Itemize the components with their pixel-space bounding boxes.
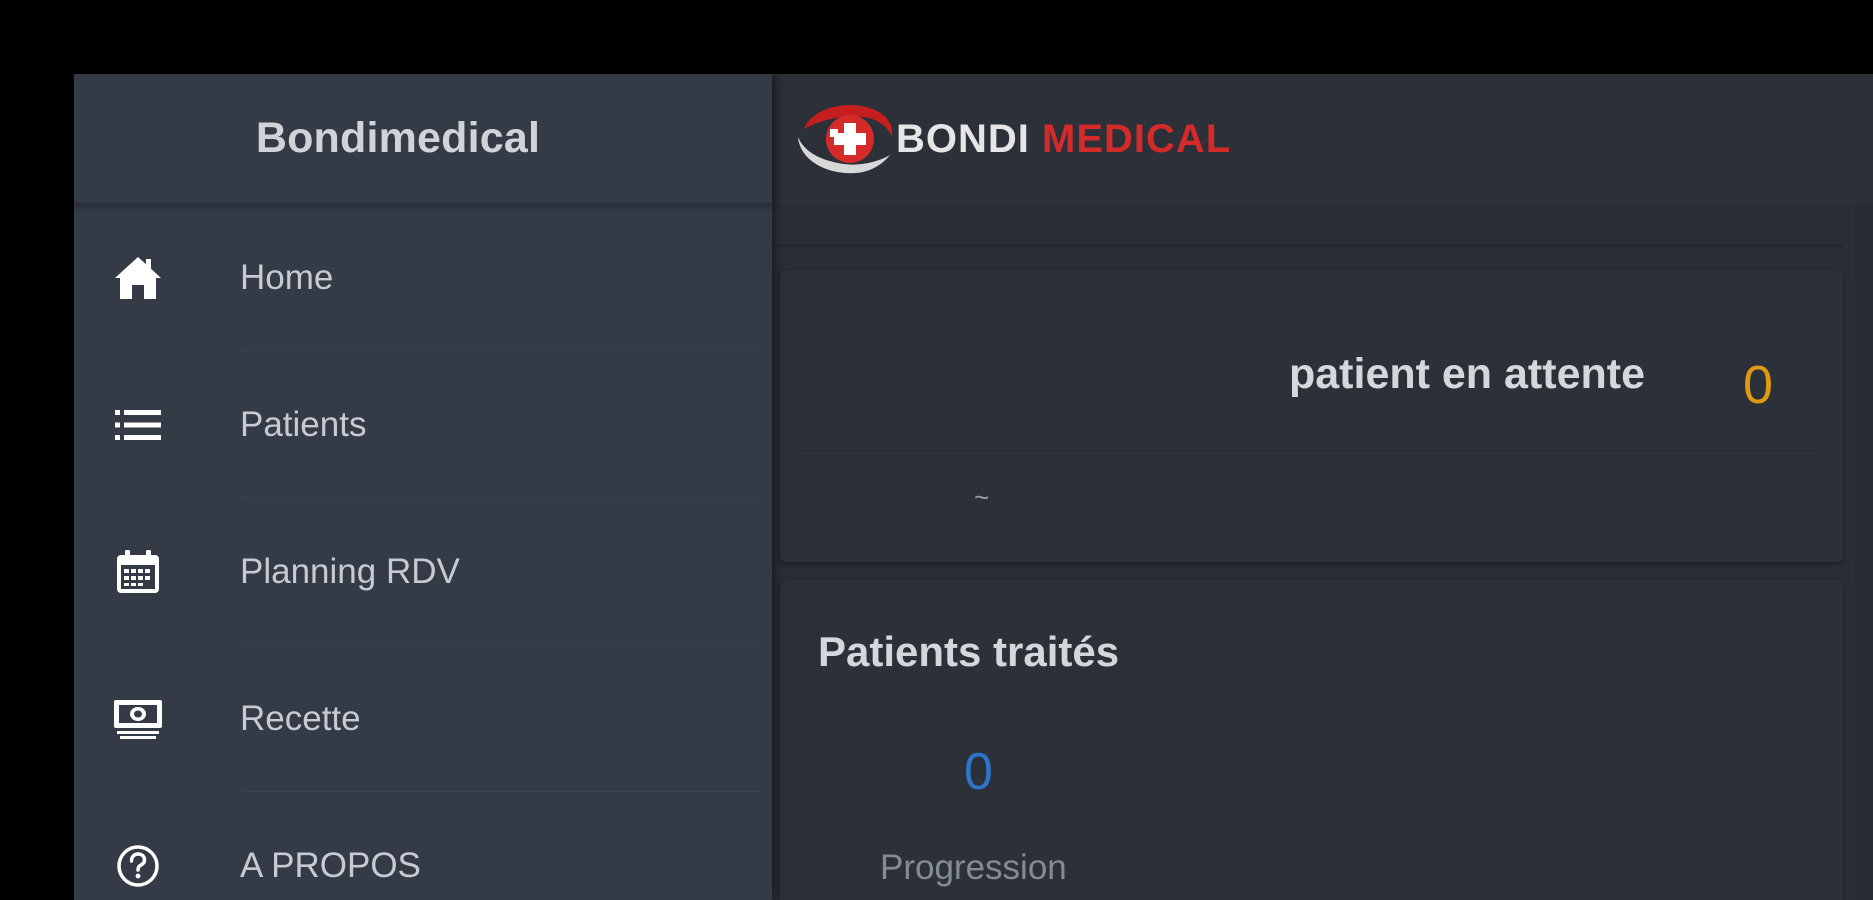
card-divider bbox=[800, 450, 1823, 451]
app-window: Bondimedical Home Patients Planning RDV … bbox=[74, 74, 1873, 900]
sidebar-item-a-propos[interactable]: A PROPOS bbox=[74, 792, 772, 900]
treated-patients-card: Patients traités 0 Progression bbox=[780, 580, 1843, 900]
home-icon bbox=[112, 252, 164, 304]
sidebar-nav: Home Patients Planning RDV Recette A PRO… bbox=[74, 204, 772, 900]
list-icon bbox=[112, 399, 164, 451]
sidebar-item-label: Planning RDV bbox=[240, 551, 460, 591]
help-circle-icon bbox=[112, 840, 164, 892]
waiting-patients-card: patient en attente 0 ~ bbox=[780, 270, 1843, 562]
sidebar-item-label: Patients bbox=[240, 404, 367, 444]
money-icon bbox=[112, 693, 164, 745]
waiting-patients-label: patient en attente bbox=[1289, 350, 1645, 398]
sidebar-item-home[interactable]: Home bbox=[74, 204, 772, 351]
medical-cross-logo-icon bbox=[798, 105, 893, 174]
main-content: BONDI MEDICAL patient en attente 0 ~ Pat… bbox=[772, 74, 1873, 900]
sidebar-item-planning-rdv[interactable]: Planning RDV bbox=[74, 498, 772, 645]
sidebar: Bondimedical Home Patients Planning RDV … bbox=[74, 74, 772, 900]
sidebar-item-label: A PROPOS bbox=[240, 845, 421, 885]
top-bar: BONDI MEDICAL bbox=[772, 74, 1873, 204]
bondi-medical-logo[interactable]: BONDI MEDICAL bbox=[790, 99, 1231, 179]
sidebar-item-patients[interactable]: Patients bbox=[74, 351, 772, 498]
calendar-icon bbox=[112, 546, 164, 598]
sidebar-header: Bondimedical bbox=[74, 74, 772, 204]
header-divider bbox=[772, 244, 1843, 247]
progress-label: Progression bbox=[880, 848, 1067, 887]
waiting-patients-count: 0 bbox=[1742, 355, 1773, 415]
sidebar-item-recette[interactable]: Recette bbox=[74, 645, 772, 792]
treated-patients-count: 0 bbox=[964, 743, 993, 801]
treated-patients-title: Patients traités bbox=[818, 628, 1120, 675]
brand-name: Bondimedical bbox=[255, 113, 541, 162]
waiting-card-footer: ~ bbox=[974, 482, 990, 512]
sidebar-item-label: Recette bbox=[240, 698, 361, 738]
logo-text: BONDI MEDICAL bbox=[896, 116, 1232, 161]
card-divider bbox=[800, 843, 1823, 844]
sidebar-item-label: Home bbox=[240, 257, 334, 297]
scroll-gutter bbox=[1855, 204, 1873, 900]
